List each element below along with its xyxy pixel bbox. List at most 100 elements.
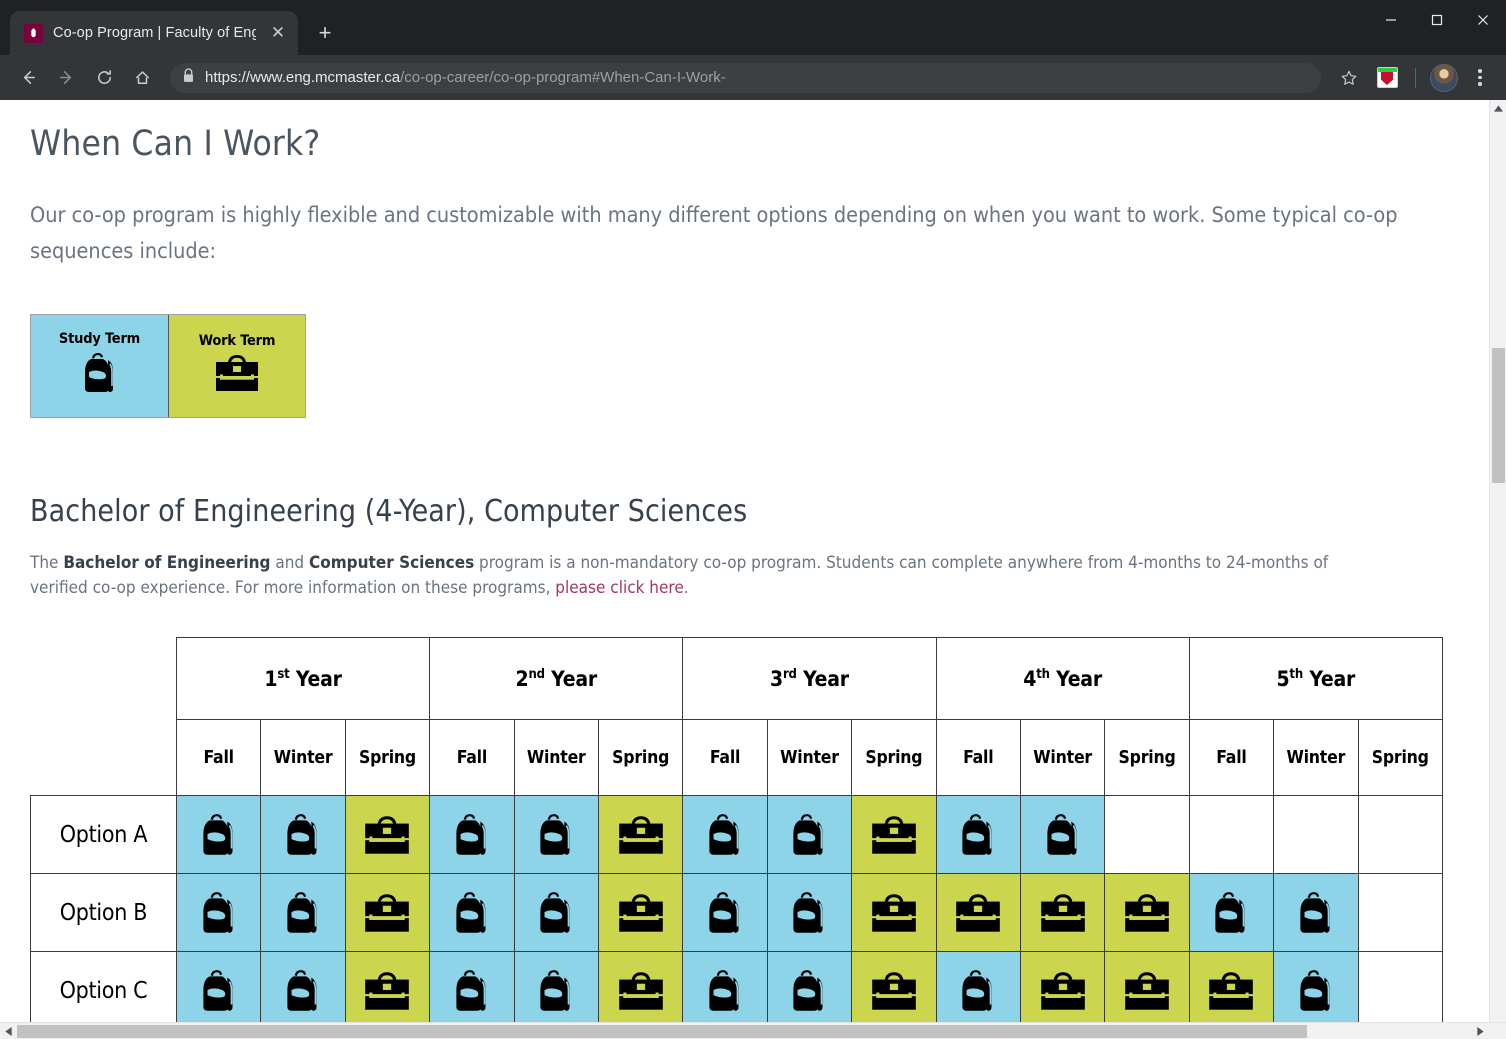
year-header-5: 5th Year xyxy=(1188,637,1443,720)
study-term-cell xyxy=(175,873,262,952)
work-term-cell xyxy=(1104,873,1190,952)
term-header-3: Spring xyxy=(344,719,431,796)
year-ordinal-5: 5 xyxy=(1276,666,1290,691)
work-term-cell xyxy=(1019,873,1106,952)
study-term-cell xyxy=(682,795,768,874)
study-term-cell xyxy=(1273,951,1359,1022)
new-tab-button[interactable]: + xyxy=(307,15,343,51)
shield-glyph xyxy=(1381,72,1393,85)
option-label-3: Option C xyxy=(30,951,177,1022)
study-term-cell xyxy=(1273,873,1359,952)
study-term-cell xyxy=(513,873,599,952)
bookmark-star-icon[interactable] xyxy=(1331,60,1367,96)
study-term-cell xyxy=(1019,795,1106,874)
term-header-4: Fall xyxy=(429,719,515,796)
horizontal-scroll-thumb[interactable] xyxy=(17,1025,1307,1038)
study-term-cell xyxy=(429,795,515,874)
para-text-4: . xyxy=(683,578,689,598)
kebab-menu-icon[interactable] xyxy=(1464,62,1496,94)
scrollbar-corner xyxy=(1489,1022,1506,1039)
year-word-5: Year xyxy=(1309,666,1356,691)
please-click-here-link[interactable]: please click here xyxy=(555,578,683,598)
year-ordinal-4: 4 xyxy=(1023,666,1037,691)
schedule-table-head: 1st Year 2nd Year 3rd Year 4th Year 5th … xyxy=(31,637,1443,796)
tab-title: Co-op Program | Faculty of Engin xyxy=(53,25,256,41)
study-term-cell xyxy=(766,951,853,1022)
backpack-icon xyxy=(78,349,122,402)
vertical-scroll-thumb[interactable] xyxy=(1492,348,1505,483)
para-bold-1: Bachelor of Engineering xyxy=(63,553,271,573)
profile-avatar[interactable] xyxy=(1426,60,1462,96)
term-header-6: Spring xyxy=(597,719,684,796)
url-domain: https://www.eng.mcmaster.ca xyxy=(205,69,401,86)
year-suffix-3: rd xyxy=(782,666,797,682)
year-suffix-4: th xyxy=(1036,666,1050,682)
term-header-5: Winter xyxy=(513,719,599,796)
horizontal-scrollbar[interactable] xyxy=(0,1022,1506,1039)
empty-cell xyxy=(1357,873,1443,952)
para-bold-2: Computer Sciences xyxy=(309,553,475,573)
para-text-1: The xyxy=(30,553,64,573)
term-header-15: Spring xyxy=(1357,719,1443,796)
back-button[interactable] xyxy=(10,60,46,96)
toolbar-divider xyxy=(1415,67,1416,88)
forward-button[interactable] xyxy=(48,60,84,96)
legend-study-term: Study Term xyxy=(31,315,168,417)
year-ordinal-3: 3 xyxy=(770,666,783,691)
year-word-2: Year xyxy=(551,666,598,691)
scroll-up-arrow[interactable] xyxy=(1490,100,1506,117)
page-title: When Can I Work? xyxy=(30,124,321,164)
table-row: Option C xyxy=(30,951,1443,1022)
study-term-cell xyxy=(260,795,346,874)
study-term-cell xyxy=(682,873,768,952)
year-word-4: Year xyxy=(1056,666,1102,691)
minimize-button[interactable] xyxy=(1368,0,1414,40)
briefcase-icon xyxy=(211,351,263,400)
table-corner-blank xyxy=(31,638,177,720)
empty-cell xyxy=(1273,795,1359,874)
horizontal-scroll-track[interactable] xyxy=(17,1023,1472,1039)
term-header-14: Winter xyxy=(1273,719,1359,796)
page-viewport: When Can I Work? Our co-op program is hi… xyxy=(0,100,1506,1039)
work-term-cell xyxy=(344,951,431,1022)
study-term-cell xyxy=(935,795,1021,874)
section-title: Bachelor of Engineering (4-Year), Comput… xyxy=(30,494,748,529)
work-term-cell xyxy=(935,873,1021,952)
work-term-cell xyxy=(1019,951,1106,1022)
vertical-scrollbar[interactable] xyxy=(1489,100,1506,1022)
extension-shield-icon[interactable] xyxy=(1369,60,1405,96)
study-term-cell xyxy=(513,795,599,874)
close-button[interactable] xyxy=(1460,0,1506,40)
tab-close-icon[interactable]: ✕ xyxy=(266,21,290,45)
mcmaster-crest-icon xyxy=(24,23,43,43)
year-header-2: 2nd Year xyxy=(429,637,684,720)
extension-badge xyxy=(1376,67,1398,88)
intro-paragraph: Our co-op program is highly flexible and… xyxy=(30,203,1398,264)
work-term-cell xyxy=(1188,951,1275,1022)
empty-cell xyxy=(1104,795,1190,874)
table-row: Option B xyxy=(30,873,1443,952)
reload-button[interactable] xyxy=(86,60,122,96)
maximize-button[interactable] xyxy=(1414,0,1460,40)
home-button[interactable] xyxy=(124,60,160,96)
work-term-cell xyxy=(344,873,431,952)
work-term-cell xyxy=(851,795,937,874)
scroll-right-arrow[interactable] xyxy=(1472,1023,1489,1039)
table-corner-blank-2 xyxy=(31,720,177,796)
term-header-12: Spring xyxy=(1104,719,1190,796)
study-term-cell xyxy=(429,951,515,1022)
schedule-table-wrapper: 1st Year 2nd Year 3rd Year 4th Year 5th … xyxy=(30,637,1444,1022)
study-term-cell xyxy=(766,873,853,952)
scroll-left-arrow[interactable] xyxy=(0,1023,17,1039)
term-header-row: Fall Winter Spring Fall Winter Spring Fall Wint… xyxy=(31,719,1443,796)
study-term-cell xyxy=(766,795,853,874)
para-text-2: and xyxy=(270,553,309,573)
work-term-cell xyxy=(597,873,684,952)
study-term-cell xyxy=(175,951,262,1022)
year-header-row: 1st Year 2nd Year 3rd Year 4th Year 5th … xyxy=(31,637,1443,720)
section-paragraph: The Bachelor of Engineering and Computer… xyxy=(30,551,1390,601)
empty-cell xyxy=(1357,951,1443,1022)
address-bar[interactable]: https://www.eng.mcmaster.ca/co-op-career… xyxy=(170,62,1321,93)
option-label-1: Option A xyxy=(30,795,177,874)
browser-tab[interactable]: Co-op Program | Faculty of Engin ✕ xyxy=(10,11,298,55)
